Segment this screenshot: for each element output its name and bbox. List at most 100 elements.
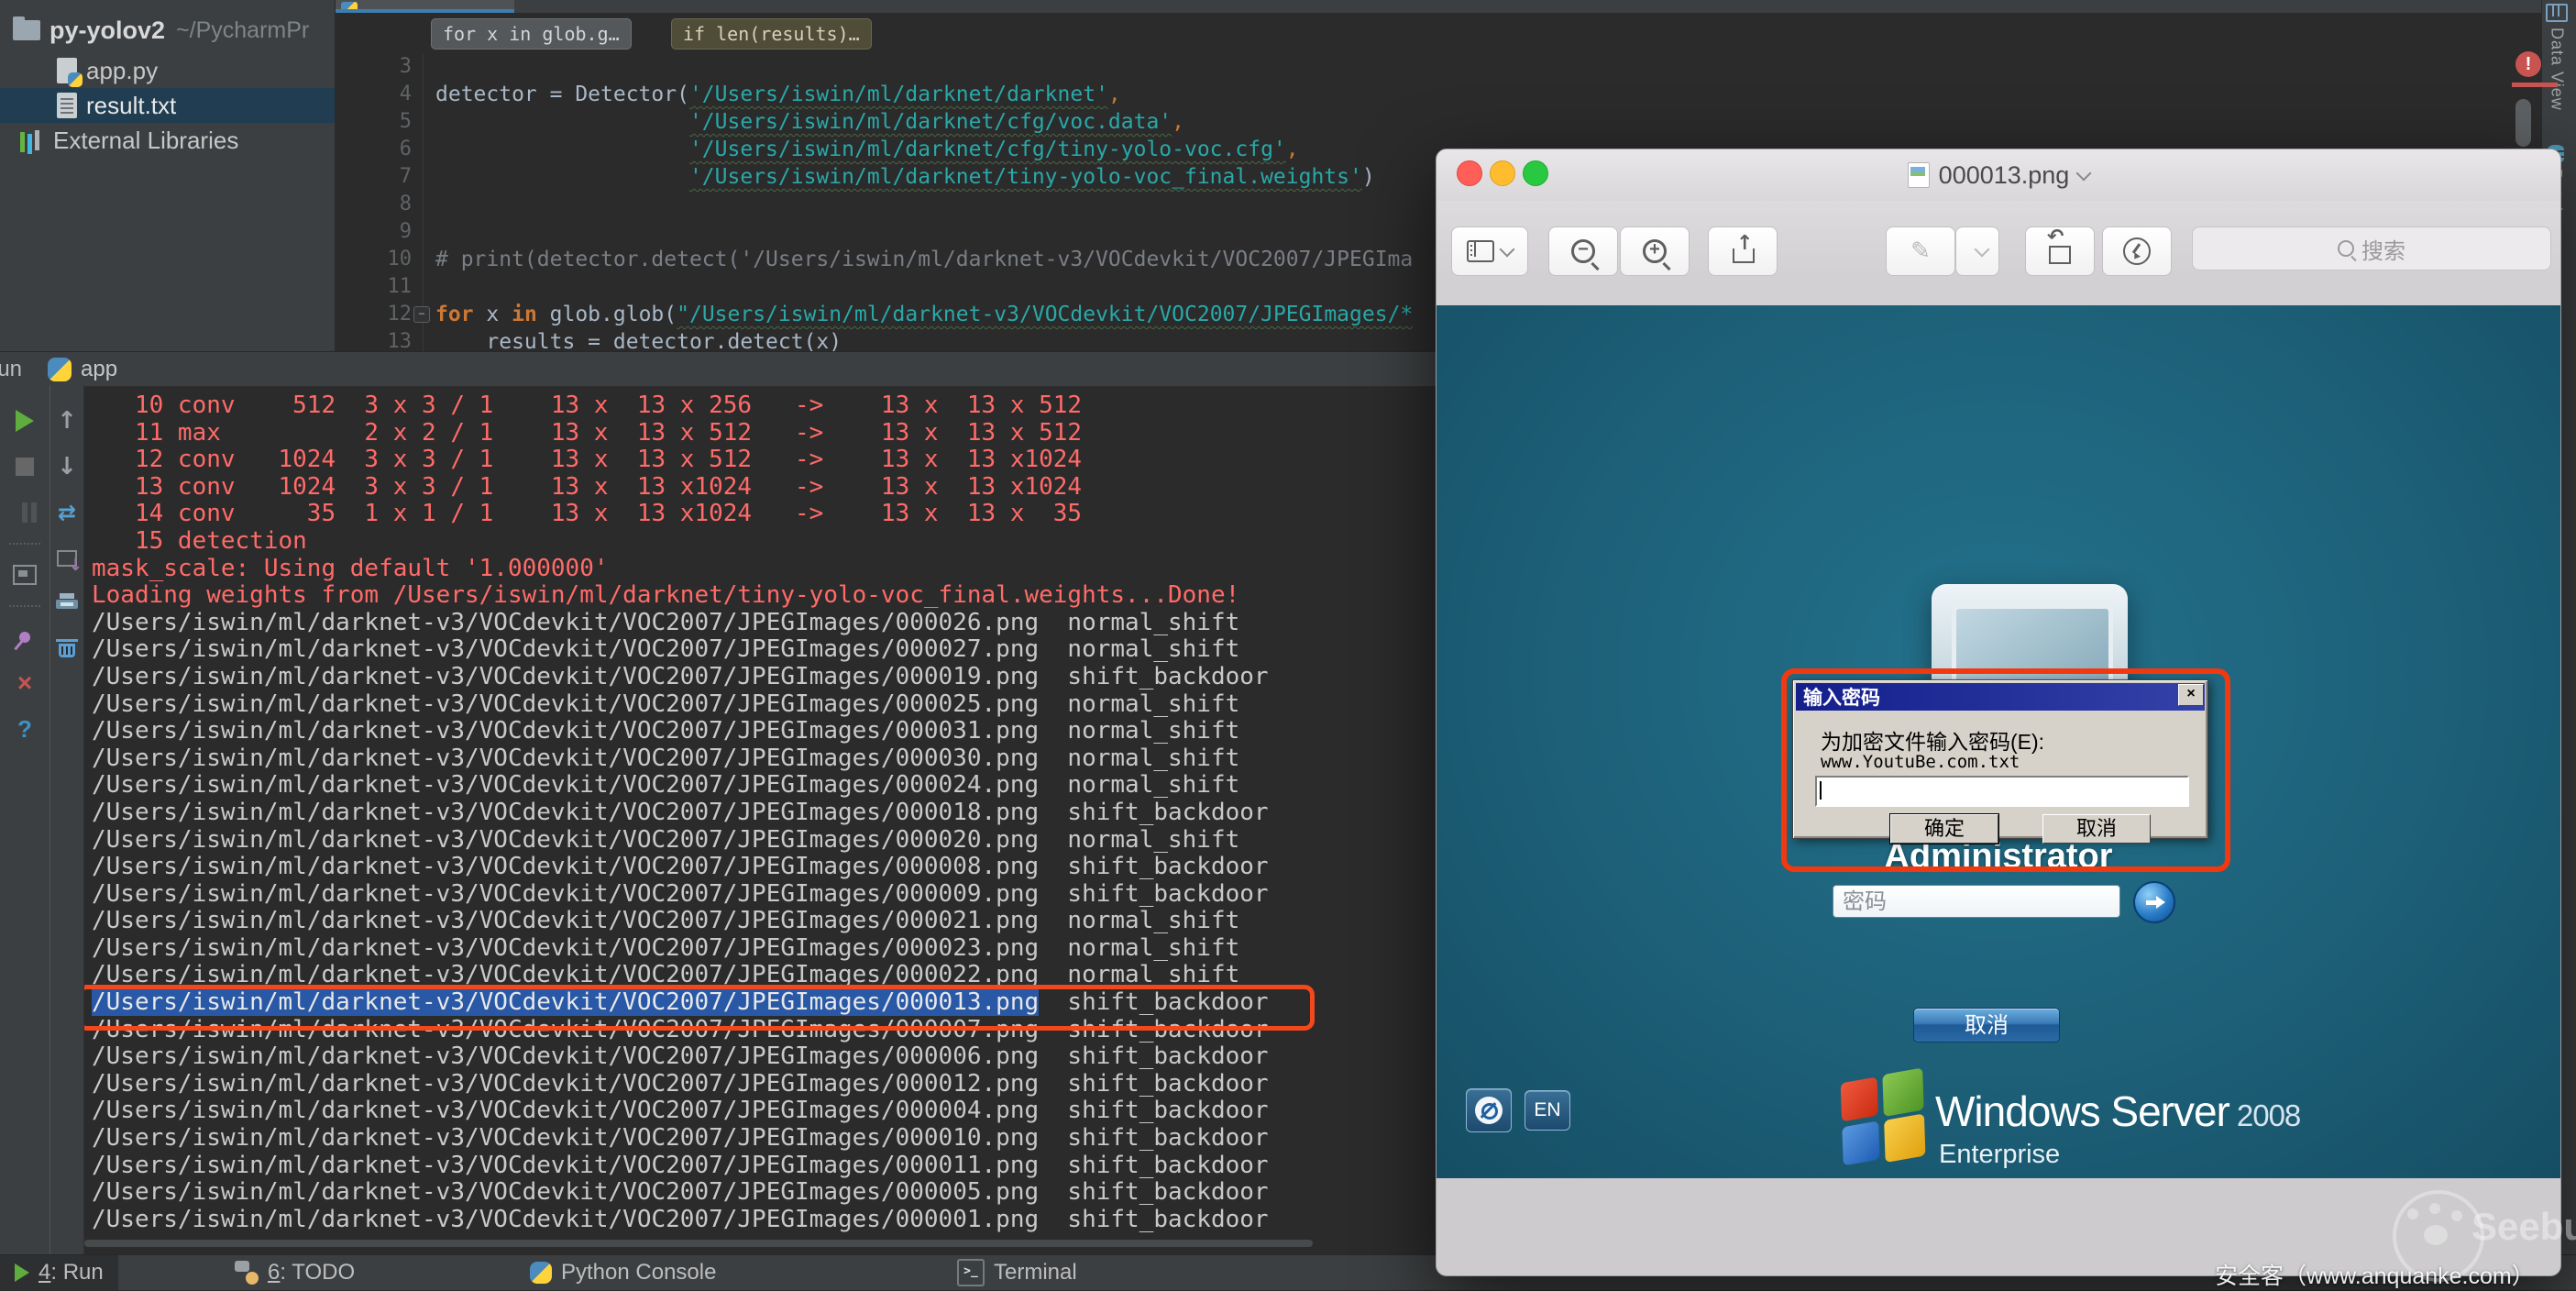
close-button[interactable]: ×	[0, 660, 50, 706]
console-stdout-line: /Users/iswin/ml/darknet-v3/VOCdevkit/VOC…	[92, 772, 1269, 800]
down-stacktrace-button[interactable]: ↓	[50, 444, 83, 490]
tool-window-button-terminal[interactable]: >_ Terminal	[942, 1255, 1092, 1290]
tool-window-button-todo[interactable]: 6: TODO	[220, 1255, 369, 1290]
console-stdout-line: /Users/iswin/ml/darknet-v3/VOCdevkit/VOC…	[92, 1098, 1269, 1125]
console-stdout-line: /Users/iswin/ml/darknet-v3/VOCdevkit/VOC…	[92, 664, 1269, 691]
window-titlebar[interactable]: 000013.png	[1437, 149, 2560, 201]
tool-window-button-run[interactable]: 4: Run	[0, 1255, 118, 1290]
soft-wrap-button[interactable]: ⇄	[50, 490, 83, 535]
console-horizontal-scrollbar[interactable]	[84, 1240, 1313, 1247]
code-line[interactable]: 4detector = Detector('/Users/iswin/ml/da…	[335, 81, 2576, 108]
console-stdout-line: /Users/iswin/ml/darknet-v3/VOCdevkit/VOC…	[92, 827, 1269, 855]
console-stdout-line: /Users/iswin/ml/darknet-v3/VOCdevkit/VOC…	[92, 881, 1269, 909]
clear-console-button[interactable]	[50, 627, 83, 673]
sidebar-view-button[interactable]	[1451, 226, 1528, 276]
console-stderr-line: mask_scale: Using default '1.000000'	[92, 556, 1269, 583]
ease-of-access-button	[1466, 1088, 1512, 1132]
console-stderr-line: 11 max 2 x 2 / 1 13 x 13 x 512 -> 13 x 1…	[92, 420, 1269, 447]
share-button[interactable]	[1708, 226, 1778, 276]
run-tab-app[interactable]: app	[81, 357, 117, 382]
file-name: app.py	[86, 57, 158, 85]
preview-content-margin	[1437, 276, 2560, 305]
console-stderr-line: Loading weights from /Users/iswin/ml/dar…	[92, 582, 1269, 610]
pause-button[interactable]	[0, 490, 50, 535]
markup-pen-button[interactable]: ✎	[1886, 226, 1955, 276]
logon-password-field: 密码	[1833, 885, 2120, 918]
red-annotation-ring	[1781, 668, 2230, 872]
run-label: Run	[0, 357, 22, 382]
text-file-icon	[57, 93, 77, 118]
editor-tab-strip	[335, 0, 2576, 14]
window-title: 000013.png	[1437, 149, 2560, 201]
error-stripe-mark	[2512, 83, 2558, 87]
previewed-image: Administrator 输入密码 × 为加密文件输入密码(E): www.Y…	[1437, 305, 2560, 1178]
chevron-down-icon	[1500, 242, 1515, 258]
rerun-button[interactable]	[0, 398, 50, 444]
tool-tab-data-view[interactable]: Data View	[2546, 4, 2568, 111]
annotate-button[interactable]	[2102, 226, 2172, 276]
console-stdout-line: /Users/iswin/ml/darknet-v3/VOCdevkit/VOC…	[92, 854, 1269, 881]
preview-window: 000013.png − + ✎	[1436, 149, 2561, 1276]
preview-content-margin	[1437, 1178, 2560, 1275]
tree-item-external-libraries[interactable]: External Libraries	[0, 123, 355, 158]
chevron-down-icon[interactable]	[2076, 166, 2092, 182]
console-stdout-line: /Users/iswin/ml/darknet-v3/VOCdevkit/VOC…	[92, 800, 1269, 827]
sidebar-icon	[1467, 240, 1494, 262]
editor-scrollbar[interactable]	[2515, 99, 2531, 147]
zoom-out-icon: −	[1571, 239, 1595, 263]
zoom-out-button[interactable]: −	[1548, 226, 1618, 276]
code-line[interactable]: 3	[335, 53, 2576, 81]
toolbar-separator	[9, 543, 40, 545]
pen-icon: ✎	[1910, 239, 1931, 263]
tree-item-app-py[interactable]: app.py	[0, 53, 391, 88]
chevron-down-icon	[1975, 242, 1990, 258]
logon-cancel-button: 取消	[1913, 1008, 2060, 1043]
console-stdout-line: /Users/iswin/ml/darknet-v3/VOCdevkit/VOC…	[92, 908, 1269, 935]
project-root-row[interactable]: py-yolov2 ~/PycharmPr	[0, 13, 347, 48]
python-icon	[530, 1262, 552, 1284]
console-stdout-line: /Users/iswin/ml/darknet-v3/VOCdevkit/VOC…	[92, 1125, 1269, 1153]
pin-tab-button[interactable]	[0, 614, 50, 660]
logo-year: 2008	[2237, 1098, 2300, 1132]
logon-password-row: 密码	[1833, 885, 2199, 921]
console-stderr-line: 12 conv 1024 3 x 3 / 1 13 x 13 x 512 -> …	[92, 447, 1269, 474]
rotate-icon	[2049, 246, 2071, 264]
rotate-button[interactable]	[2025, 226, 2095, 276]
error-badge-icon[interactable]: !	[2515, 51, 2541, 77]
fold-chip-for-loop[interactable]: for x in glob.g…	[431, 18, 632, 50]
zoom-in-button[interactable]: +	[1620, 226, 1690, 276]
search-placeholder: 搜索	[2361, 233, 2405, 265]
tree-item-result-txt[interactable]: result.txt	[0, 88, 391, 123]
toolbar-separator	[9, 605, 40, 607]
code-line[interactable]: 5 '/Users/iswin/ml/darknet/cfg/voc.data'…	[335, 108, 2576, 136]
tool-tab-label: Data View	[2548, 28, 2567, 111]
run-left-toolbar: × ?	[0, 385, 50, 1254]
console-stdout-line: /Users/iswin/ml/darknet-v3/VOCdevkit/VOC…	[92, 935, 1269, 963]
restore-layout-button[interactable]	[0, 552, 50, 598]
fold-chip-if[interactable]: if len(results)…	[671, 18, 872, 50]
stop-button[interactable]	[0, 444, 50, 490]
print-button[interactable]	[50, 581, 83, 627]
console-stderr-line: 14 conv 35 1 x 1 / 1 13 x 13 x1024 -> 13…	[92, 501, 1269, 528]
help-button[interactable]: ?	[0, 706, 50, 752]
scroll-to-end-button[interactable]	[50, 535, 83, 581]
folder-icon	[13, 20, 40, 40]
fold-handle-icon[interactable]: −	[413, 306, 430, 323]
console-stdout-line: /Users/iswin/ml/darknet-v3/VOCdevkit/VOC…	[92, 718, 1269, 745]
screen: py-yolov2 ~/PycharmPr app.py result.txt …	[0, 0, 2576, 1289]
markup-dropdown-button[interactable]	[1955, 226, 1999, 276]
console-stdout-line: /Users/iswin/ml/darknet-v3/VOCdevkit/VOC…	[92, 1207, 1269, 1234]
console-stdout-line: /Users/iswin/ml/darknet-v3/VOCdevkit/VOC…	[92, 610, 1269, 637]
console-stderr-line: 10 conv 512 3 x 3 / 1 13 x 13 x 256 -> 1…	[92, 392, 1269, 420]
up-stacktrace-button[interactable]: ↑	[50, 398, 83, 444]
console-stdout-line: /Users/iswin/ml/darknet-v3/VOCdevkit/VOC…	[92, 745, 1269, 773]
search-input[interactable]: 搜索	[2192, 226, 2551, 270]
tool-window-button-python-console[interactable]: Python Console	[515, 1255, 731, 1290]
annotate-icon	[2123, 237, 2151, 265]
python-file-icon	[57, 58, 77, 83]
windows-server-logo: Windows Server2008 Enterprise	[1842, 1070, 2355, 1178]
console-toolbar: ↑ ↓ ⇄	[50, 385, 84, 1254]
console-stdout-line: /Users/iswin/ml/darknet-v3/VOCdevkit/VOC…	[92, 636, 1269, 664]
windows-flag-icon	[1840, 1068, 1928, 1166]
todo-icon	[235, 1261, 259, 1285]
